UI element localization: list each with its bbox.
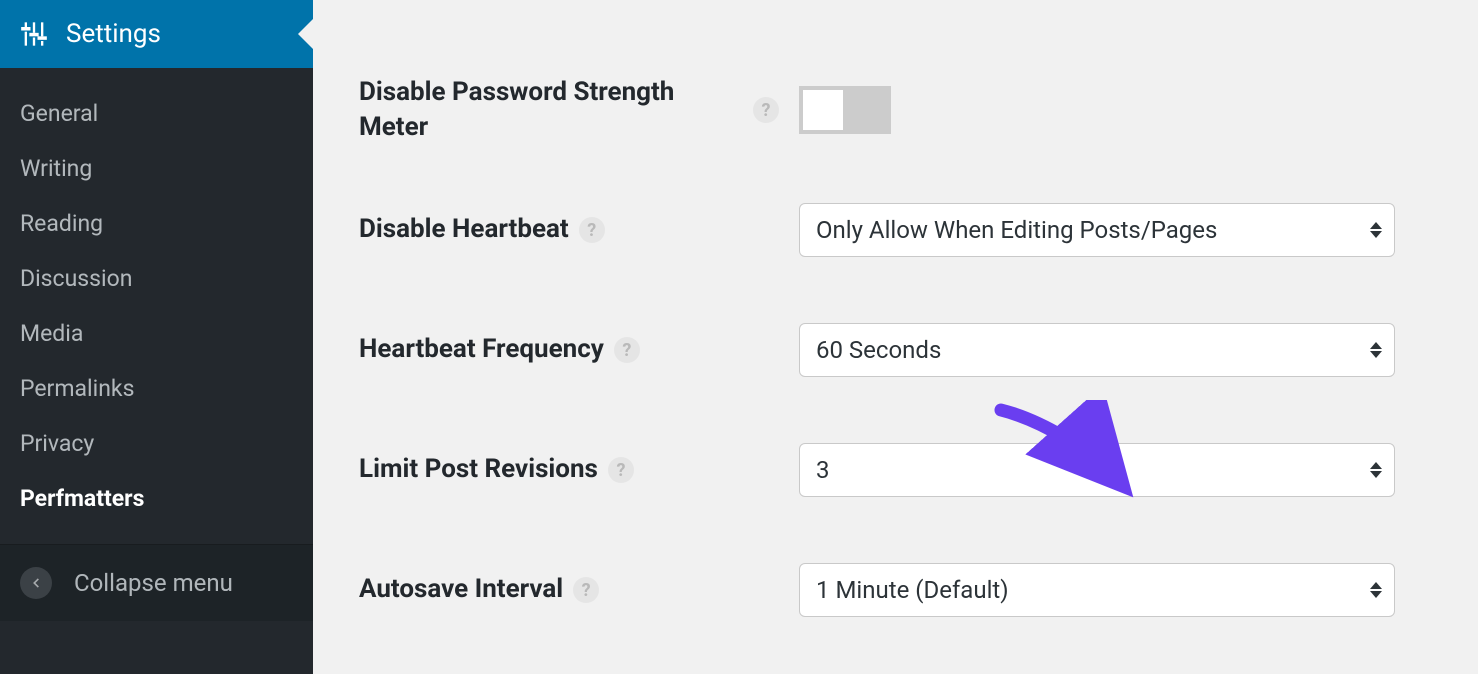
row-limit-revisions: Limit Post Revisions ? 3 bbox=[359, 410, 1438, 530]
row-heartbeat-frequency: Heartbeat Frequency ? 60 Seconds bbox=[359, 290, 1438, 410]
select-caret-icon bbox=[1370, 222, 1382, 238]
row-disable-heartbeat: Disable Heartbeat ? Only Allow When Edit… bbox=[359, 170, 1438, 290]
select-value: 3 bbox=[816, 456, 830, 484]
label-disable-heartbeat: Disable Heartbeat bbox=[359, 212, 569, 247]
select-caret-icon bbox=[1370, 582, 1382, 598]
settings-submenu: General Writing Reading Discussion Media… bbox=[0, 68, 313, 544]
select-caret-icon bbox=[1370, 462, 1382, 478]
select-caret-icon bbox=[1370, 342, 1382, 358]
collapse-menu-button[interactable]: Collapse menu bbox=[0, 544, 313, 621]
label-limit-revisions: Limit Post Revisions bbox=[359, 452, 598, 487]
sidebar-item-privacy[interactable]: Privacy bbox=[0, 416, 313, 471]
collapse-icon bbox=[20, 567, 52, 599]
settings-panel: Disable Password Strength Meter ? Disabl… bbox=[313, 0, 1478, 674]
sidebar-item-perfmatters[interactable]: Perfmatters bbox=[0, 471, 313, 526]
sidebar-item-discussion[interactable]: Discussion bbox=[0, 251, 313, 306]
sidebar-item-reading[interactable]: Reading bbox=[0, 196, 313, 251]
sidebar-item-media[interactable]: Media bbox=[0, 306, 313, 361]
sidebar-item-permalinks[interactable]: Permalinks bbox=[0, 361, 313, 416]
label-heartbeat-frequency: Heartbeat Frequency bbox=[359, 332, 604, 367]
select-autosave-interval[interactable]: 1 Minute (Default) bbox=[799, 563, 1395, 617]
toggle-password-meter[interactable] bbox=[799, 86, 891, 134]
sidebar-item-general[interactable]: General bbox=[0, 86, 313, 141]
help-icon[interactable]: ? bbox=[579, 217, 605, 243]
toggle-knob bbox=[803, 90, 843, 130]
admin-sidebar: Settings General Writing Reading Discuss… bbox=[0, 0, 313, 674]
row-password-meter: Disable Password Strength Meter ? bbox=[359, 50, 1438, 170]
help-icon[interactable]: ? bbox=[753, 97, 779, 123]
sidebar-current-label: Settings bbox=[66, 19, 161, 49]
sidebar-item-writing[interactable]: Writing bbox=[0, 141, 313, 196]
help-icon[interactable]: ? bbox=[614, 337, 640, 363]
label-password-meter: Disable Password Strength Meter bbox=[359, 75, 743, 145]
help-icon[interactable]: ? bbox=[608, 457, 634, 483]
help-icon[interactable]: ? bbox=[573, 577, 599, 603]
select-heartbeat-frequency[interactable]: 60 Seconds bbox=[799, 323, 1395, 377]
select-disable-heartbeat[interactable]: Only Allow When Editing Posts/Pages bbox=[799, 203, 1395, 257]
collapse-menu-label: Collapse menu bbox=[74, 569, 233, 597]
limit-post-revisions-select[interactable]: 3 bbox=[799, 443, 1395, 497]
select-value: 1 Minute (Default) bbox=[816, 576, 1009, 604]
sidebar-current-settings[interactable]: Settings bbox=[0, 0, 313, 68]
label-autosave-interval: Autosave Interval bbox=[359, 572, 563, 607]
sliders-icon bbox=[20, 20, 48, 48]
row-autosave-interval: Autosave Interval ? 1 Minute (Default) bbox=[359, 530, 1438, 650]
select-value: 60 Seconds bbox=[816, 336, 941, 364]
select-value: Only Allow When Editing Posts/Pages bbox=[816, 216, 1217, 244]
